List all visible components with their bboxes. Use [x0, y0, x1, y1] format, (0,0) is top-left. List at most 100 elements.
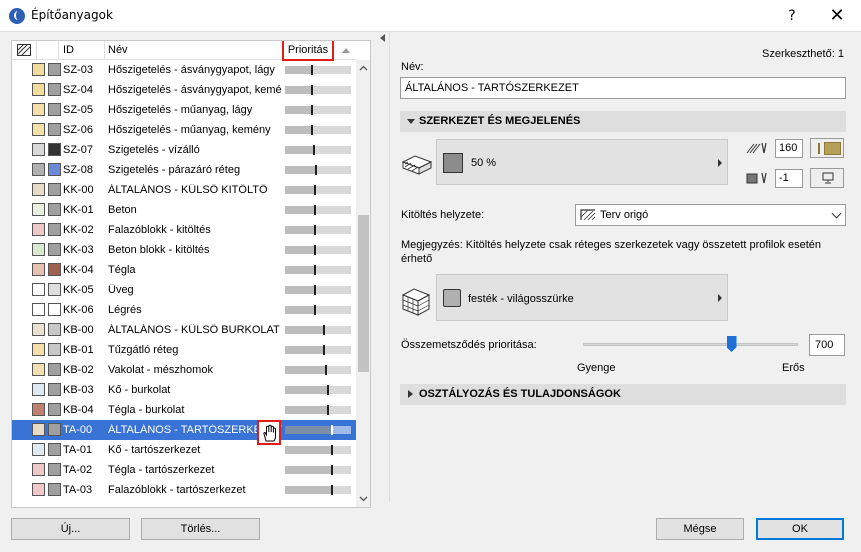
table-row[interactable]: KB-04 Tégla - burkolat: [12, 400, 356, 420]
ok-button[interactable]: OK: [756, 518, 844, 540]
scroll-thumb[interactable]: [358, 215, 369, 372]
header-name[interactable]: Név: [108, 44, 128, 56]
priority-bar: [285, 485, 351, 495]
table-row[interactable]: TA-01 Kő - tartószerkezet: [12, 440, 356, 460]
priority-bar: [285, 405, 351, 415]
table-row[interactable]: TA-03 Falazóblokk - tartószerkezet: [12, 480, 356, 500]
chevron-right-icon: [718, 294, 722, 302]
fill-position-label: Kitöltés helyzete:: [401, 209, 485, 221]
priority-bar: [285, 445, 351, 455]
fill-position-select[interactable]: Terv origó: [575, 204, 846, 226]
fill-pattern-label: 50 %: [471, 157, 497, 169]
table-row[interactable]: KB-03 Kő - burkolat: [12, 380, 356, 400]
row-name: Beton: [108, 204, 137, 216]
priority-bar-fill: [285, 346, 324, 354]
material-fill-swatch: [32, 323, 45, 336]
priority-bar-fill: [285, 466, 332, 474]
row-name: Tégla: [108, 264, 136, 276]
material-surface-swatch: [48, 103, 61, 116]
surface-picker[interactable]: festék - világosszürke: [436, 274, 728, 321]
background-pen-button[interactable]: [810, 168, 844, 188]
fill-pen-color-button[interactable]: [810, 138, 844, 158]
row-name: Üveg: [108, 284, 134, 296]
table-row[interactable]: KK-04 Tégla: [12, 260, 356, 280]
fill-pen-number[interactable]: 160: [775, 139, 803, 158]
cut-fill-picker[interactable]: 50 %: [436, 139, 728, 185]
material-fill-swatch: [32, 143, 45, 156]
priority-bar: [285, 65, 351, 75]
table-row[interactable]: SZ-06 Hőszigetelés - műanyag, kemény: [12, 120, 356, 140]
row-name: Beton blokk - kitöltés: [108, 244, 210, 256]
new-button[interactable]: Új...: [11, 518, 130, 540]
material-surface-swatch: [48, 243, 61, 256]
material-surface-swatch: [48, 263, 61, 276]
priority-bar: [285, 345, 351, 355]
materials-list[interactable]: ID Név Prioritás SZ-03 Hőszigetelés - ásv…: [11, 40, 371, 508]
priority-bar-fill: [285, 366, 325, 374]
table-row[interactable]: KB-00 ÁLTALÁNOS - KÜLSŐ BURKOLAT: [12, 320, 356, 340]
table-row[interactable]: TA-00 ÁLTALÁNOS - TARTÓSZERKEZET: [12, 420, 356, 445]
priority-marker: [331, 485, 334, 495]
collapse-panel-icon[interactable]: [380, 34, 385, 42]
table-row[interactable]: SZ-04 Hőszigetelés - ásványgyapot, kemény: [12, 80, 356, 100]
help-button[interactable]: ?: [772, 4, 812, 28]
section-classification-properties[interactable]: OSZTÁLYOZÁS ÉS TULAJDONSÁGOK: [400, 384, 846, 405]
table-row[interactable]: SZ-07 Szigetelés - vízálló: [12, 140, 356, 160]
plan-origin-icon: [580, 209, 596, 221]
material-fill-swatch: [32, 343, 45, 356]
row-name: Kő - tartószerkezet: [108, 444, 201, 456]
pen-line-icon: [818, 143, 820, 154]
priority-bar: [285, 225, 351, 235]
row-id: KB-00: [63, 324, 94, 336]
scroll-down-icon[interactable]: [359, 494, 368, 503]
delete-button[interactable]: Törlés...: [141, 518, 260, 540]
table-row[interactable]: KK-03 Beton blokk - kitöltés: [12, 240, 356, 260]
table-row[interactable]: SZ-05 Hőszigetelés - műanyag, lágy: [12, 100, 356, 120]
material-surface-swatch: [48, 383, 61, 396]
slider-thumb[interactable]: [726, 336, 737, 352]
scroll-up-icon[interactable]: [359, 64, 368, 73]
row-name: Falazóblokk - kitöltés: [108, 224, 211, 236]
material-fill-swatch: [32, 483, 45, 496]
fill-background-pen-icon: [746, 172, 767, 184]
section-structure-appearance[interactable]: SZERKEZET ÉS MEGJELENÉS: [400, 111, 846, 132]
priority-marker: [314, 285, 317, 295]
priority-bar-fill: [285, 146, 313, 154]
table-row[interactable]: KB-02 Vakolat - mészhomok: [12, 360, 356, 380]
intersection-priority-input[interactable]: 700: [809, 334, 845, 356]
material-fill-swatch: [32, 63, 45, 76]
priority-bar: [285, 285, 351, 295]
table-row[interactable]: TA-02 Tégla - tartószerkezet: [12, 460, 356, 480]
table-row[interactable]: KB-01 Tűzgátló réteg: [12, 340, 356, 360]
table-row[interactable]: SZ-03 Hőszigetelés - ásványgyapot, lágy: [12, 60, 356, 80]
header-priority[interactable]: Prioritás: [282, 41, 334, 61]
material-type-icon[interactable]: [17, 44, 31, 56]
material-surface-swatch: [48, 463, 61, 476]
expand-icon: [408, 390, 413, 398]
header-separator: [36, 41, 37, 60]
window-title: Építőanyagok: [31, 8, 113, 22]
table-row[interactable]: KK-00 ÁLTALÁNOS - KÜLSŐ KITÖLTŐ: [12, 180, 356, 200]
name-input[interactable]: ÁLTALÁNOS - TARTÓSZERKEZET: [400, 77, 846, 99]
background-pen-number[interactable]: -1: [775, 169, 803, 188]
material-surface-swatch: [48, 123, 61, 136]
table-row[interactable]: KK-01 Beton: [12, 200, 356, 220]
chevron-down-icon: [831, 208, 842, 219]
material-fill-swatch: [32, 283, 45, 296]
table-row[interactable]: KK-02 Falazóblokk - kitöltés: [12, 220, 356, 240]
fill-foreground-pen-icon: [746, 142, 767, 154]
row-id: SZ-07: [63, 144, 93, 156]
material-surface-swatch: [48, 143, 61, 156]
row-id: KK-01: [63, 204, 94, 216]
table-row[interactable]: SZ-08 Szigetelés - párazáró réteg: [12, 160, 356, 180]
priority-bar-fill: [285, 266, 315, 274]
table-row[interactable]: KK-06 Légrés: [12, 300, 356, 320]
close-button[interactable]: ✕: [817, 4, 857, 28]
header-id[interactable]: ID: [63, 44, 74, 56]
row-id: KK-03: [63, 244, 94, 256]
list-scrollbar[interactable]: [356, 60, 370, 507]
panel-divider[interactable]: [389, 32, 390, 502]
cancel-button[interactable]: Mégse: [656, 518, 744, 540]
intersection-priority-slider[interactable]: [583, 343, 798, 346]
table-row[interactable]: KK-05 Üveg: [12, 280, 356, 300]
